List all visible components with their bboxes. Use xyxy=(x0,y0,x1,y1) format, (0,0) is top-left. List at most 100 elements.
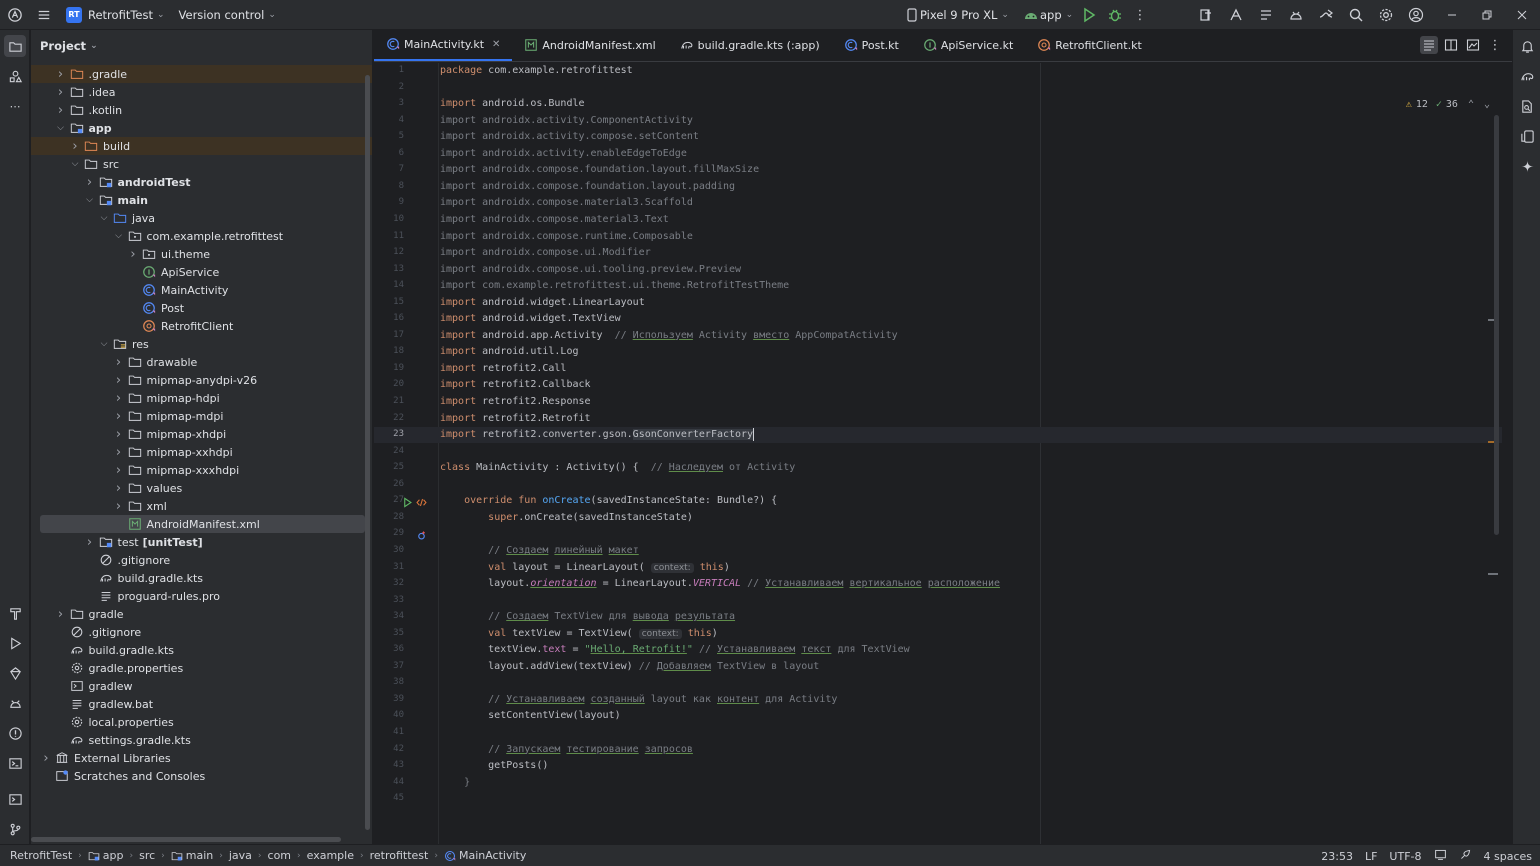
code-line[interactable]: import androidx.activity.enableEdgeToEdg… xyxy=(440,146,687,162)
chevron-right-icon[interactable]: › xyxy=(113,445,125,460)
code-line[interactable]: layout.addView(textView) // Добавляем Te… xyxy=(440,659,819,675)
code-line[interactable]: layout.orientation = LinearLayout.VERTIC… xyxy=(440,576,1000,592)
tree-item[interactable]: ⌵ res xyxy=(31,335,372,353)
line-number[interactable]: 23 xyxy=(374,429,404,439)
line-number[interactable]: 38 xyxy=(374,677,404,687)
tree-item[interactable]: › mipmap-hdpi xyxy=(31,389,372,407)
main-menu-icon[interactable] xyxy=(30,0,58,30)
chevron-right-icon[interactable]: › xyxy=(69,139,81,154)
chevron-down-icon[interactable]: ⌄ xyxy=(1484,99,1490,110)
tree-item[interactable]: ⌵ java xyxy=(31,209,372,227)
line-number[interactable]: 39 xyxy=(374,694,404,704)
tree-item[interactable]: › mipmap-xhdpi xyxy=(31,425,372,443)
code-line[interactable]: // Создаем TextView для вывода результат… xyxy=(440,609,735,625)
file-encoding[interactable]: UTF-8 xyxy=(1389,850,1421,863)
line-number[interactable]: 13 xyxy=(374,264,404,274)
app-inspection-icon[interactable] xyxy=(1285,4,1307,26)
version-control-icon[interactable] xyxy=(4,818,26,840)
split-view-icon[interactable] xyxy=(1442,36,1460,54)
android-studio-logo-icon[interactable] xyxy=(0,0,30,30)
running-devices-icon[interactable] xyxy=(1516,125,1538,147)
tree-item[interactable]: › .kotlin xyxy=(31,101,372,119)
line-number[interactable]: 8 xyxy=(374,181,404,191)
code-line[interactable]: val textView = TextView( context: this) xyxy=(440,626,718,642)
line-number[interactable]: 17 xyxy=(374,330,404,340)
app-quality-insights-icon[interactable] xyxy=(4,662,26,684)
line-number[interactable]: 28 xyxy=(374,512,404,522)
code-line[interactable]: import android.widget.LinearLayout xyxy=(440,295,645,311)
design-view-icon[interactable] xyxy=(1464,36,1482,54)
tree-item[interactable]: › mipmap-xxxhdpi xyxy=(31,461,372,479)
line-number[interactable]: 19 xyxy=(374,363,404,373)
line-number[interactable]: 15 xyxy=(374,297,404,307)
chevron-right-icon[interactable]: › xyxy=(55,67,67,82)
code-line[interactable]: import com.example.retrofittest.ui.theme… xyxy=(440,278,789,294)
tree-item[interactable]: ⌵ app xyxy=(31,119,372,137)
tree-item[interactable]: ⌵ src xyxy=(31,155,372,173)
line-number[interactable]: 21 xyxy=(374,396,404,406)
code-line[interactable]: // Запускаем тестирование запросов xyxy=(440,742,693,758)
editor-tab[interactable]: ApiService.kt xyxy=(911,29,1025,61)
chevron-right-icon[interactable]: › xyxy=(113,373,125,388)
line-number[interactable]: 40 xyxy=(374,710,404,720)
tree-horizontal-scrollbar[interactable] xyxy=(31,837,341,842)
sdk-manager-icon[interactable] xyxy=(1255,4,1277,26)
code-line[interactable]: import androidx.compose.runtime.Composab… xyxy=(440,229,693,245)
code-line[interactable]: // Устанавливаем созданный layout как ко… xyxy=(440,692,837,708)
line-number[interactable]: 32 xyxy=(374,578,404,588)
chevron-right-icon[interactable]: › xyxy=(113,391,125,406)
line-number[interactable]: 25 xyxy=(374,462,404,472)
tree-item[interactable]: › test [unitTest] xyxy=(31,533,372,551)
line-number[interactable]: 26 xyxy=(374,479,404,489)
gemini-icon[interactable] xyxy=(1315,4,1337,26)
chevron-down-icon[interactable]: ⌵ xyxy=(98,339,110,349)
chevron-right-icon[interactable]: › xyxy=(113,409,125,424)
code-line[interactable]: import androidx.compose.ui.Modifier xyxy=(440,245,651,261)
code-line[interactable]: import androidx.compose.foundation.layou… xyxy=(440,179,735,195)
chevron-right-icon[interactable]: › xyxy=(113,463,125,478)
chevron-right-icon[interactable]: › xyxy=(113,481,125,496)
code-line[interactable]: import androidx.compose.material3.Scaffo… xyxy=(440,195,693,211)
chevron-right-icon[interactable]: › xyxy=(55,103,67,118)
chevron-down-icon[interactable]: ⌵ xyxy=(113,231,125,241)
breadcrumb-item[interactable]: com xyxy=(268,849,292,862)
code-editor[interactable]: ⚠ 12 ✓ 36 ⌃ ⌄ 1 package com.example.retro… xyxy=(374,63,1502,844)
line-number[interactable]: 20 xyxy=(374,379,404,389)
breadcrumb-item[interactable]: src xyxy=(139,849,155,862)
line-number[interactable]: 1 xyxy=(374,65,404,75)
line-number[interactable]: 42 xyxy=(374,744,404,754)
compose-preview-gutter-icon[interactable] xyxy=(414,495,428,509)
search-icon[interactable] xyxy=(1345,4,1367,26)
scroll-marker[interactable] xyxy=(1488,573,1498,575)
line-number[interactable]: 9 xyxy=(374,197,404,207)
debug-icon[interactable] xyxy=(1104,4,1126,26)
line-number[interactable]: 30 xyxy=(374,545,404,555)
tree-item[interactable]: › values xyxy=(31,479,372,497)
code-line[interactable]: setContentView(layout) xyxy=(440,708,620,724)
code-line[interactable]: import androidx.compose.foundation.layou… xyxy=(440,162,759,178)
tree-item[interactable]: › mipmap-xxhdpi xyxy=(31,443,372,461)
line-number[interactable]: 43 xyxy=(374,760,404,770)
chevron-down-icon[interactable]: ⌵ xyxy=(55,123,67,133)
account-icon[interactable] xyxy=(1405,4,1427,26)
device-selector[interactable]: Pixel 9 Pro XL ⌄ xyxy=(904,0,1009,30)
chevron-right-icon[interactable]: › xyxy=(113,355,125,370)
line-number[interactable]: 6 xyxy=(374,148,404,158)
code-line[interactable]: super.onCreate(savedInstanceState) xyxy=(440,510,693,526)
close-window-icon[interactable] xyxy=(1511,4,1533,26)
line-number[interactable]: 33 xyxy=(374,595,404,605)
resource-manager-icon[interactable] xyxy=(4,65,26,87)
breadcrumb-item[interactable]: retrofittest xyxy=(370,849,429,862)
tree-item[interactable]: › ui.theme xyxy=(31,245,372,263)
editor-vertical-scrollbar[interactable] xyxy=(1494,115,1499,535)
code-line[interactable]: import retrofit2.Callback xyxy=(440,377,591,393)
chevron-down-icon[interactable]: ⌵ xyxy=(98,213,110,223)
code-line[interactable]: val layout = LinearLayout( context: this… xyxy=(440,560,730,576)
tree-item[interactable]: Post xyxy=(31,299,372,317)
code-line[interactable]: import androidx.compose.material3.Text xyxy=(440,212,669,228)
breadcrumb-item[interactable]: java xyxy=(229,849,252,862)
tree-item[interactable]: › .idea xyxy=(31,83,372,101)
code-line[interactable]: import androidx.activity.ComponentActivi… xyxy=(440,113,693,129)
problems-icon[interactable] xyxy=(4,722,26,744)
project-tool-icon[interactable] xyxy=(4,35,26,57)
